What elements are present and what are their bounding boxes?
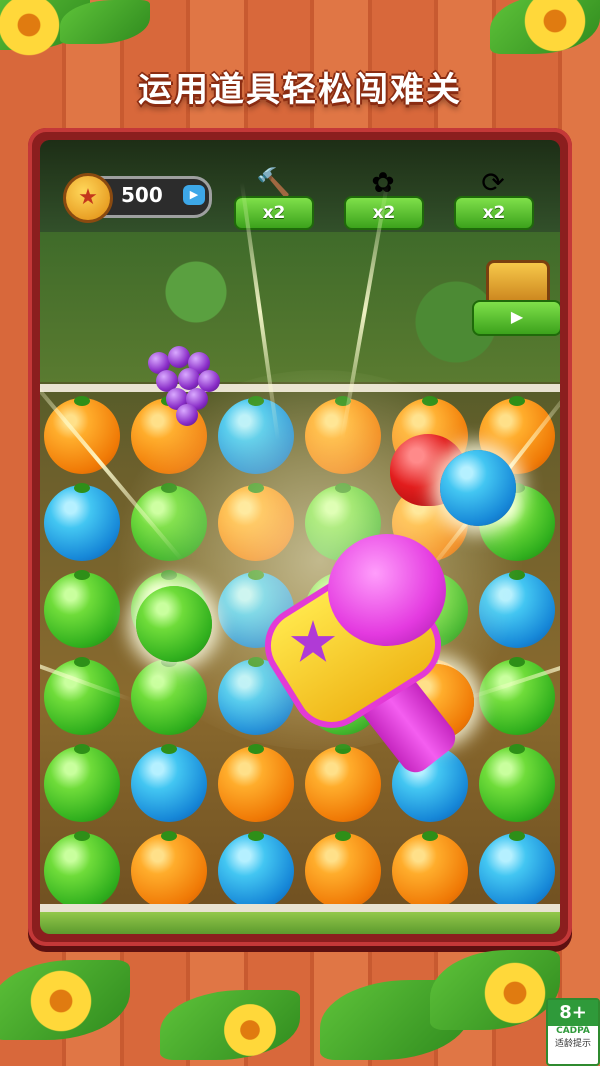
fruit-stem (509, 570, 525, 580)
orange-fruit[interactable] (131, 831, 207, 909)
fruit-stem (74, 483, 90, 493)
game-screen: 运用道具轻松闯难关 ★ 500 ▶ 🔨 x2 ✿ x2 ⟳ x2 (0, 0, 600, 1066)
game-board: ★ 500 ▶ 🔨 x2 ✿ x2 ⟳ x2 ▶ (40, 140, 560, 934)
fruit-stem (161, 831, 177, 841)
flower-decoration (220, 1000, 280, 1060)
fruit-stem (74, 657, 90, 667)
green-fruit[interactable] (131, 483, 207, 561)
blue-fruit[interactable] (218, 396, 294, 474)
fruit-stem (509, 744, 525, 754)
green-fruit[interactable] (44, 831, 120, 909)
rating-label: 适龄提示 (554, 1039, 591, 1049)
tool-shuffle[interactable]: ⟳ x2 (454, 166, 534, 236)
grape-fruit[interactable] (142, 336, 222, 426)
fruit-stem (161, 483, 177, 493)
blue-fruit[interactable] (479, 831, 555, 909)
grass-strip (40, 912, 560, 934)
fruit-stem (509, 831, 525, 841)
flower-decoration (0, 0, 64, 60)
orange-fruit[interactable] (392, 831, 468, 909)
age-rating-badge: 8+ CADPA 适龄提示 (546, 998, 600, 1066)
age-rating-value: 8+ (548, 1000, 598, 1026)
fruit-stem (74, 396, 90, 406)
blue-fruit[interactable] (131, 744, 207, 822)
banner-title: 运用道具轻松闯难关 (138, 70, 462, 110)
rating-org: CADPA (556, 1026, 590, 1036)
highlighted-green-fruit[interactable] (136, 586, 212, 662)
fruit-stem (74, 570, 90, 580)
fruit-stem (509, 657, 525, 667)
grape-berry (176, 404, 198, 426)
tool-count: x2 (454, 196, 534, 230)
fruit-stem (74, 831, 90, 841)
fruit-stem (422, 831, 438, 841)
flower-decoration (26, 966, 96, 1036)
coin-counter[interactable]: ★ 500 ▶ (63, 173, 212, 223)
fruit-stem (74, 744, 90, 754)
fruit-stem (161, 570, 177, 580)
board-frame: ★ 500 ▶ 🔨 x2 ✿ x2 ⟳ x2 ▶ (28, 128, 572, 946)
grape-berry (168, 346, 190, 368)
board-top-rail (40, 384, 560, 392)
coin-value: 500 (121, 183, 163, 207)
green-fruit[interactable] (44, 744, 120, 822)
grape-berry (178, 368, 200, 390)
blue-fruit[interactable] (44, 483, 120, 561)
orange-fruit[interactable] (305, 831, 381, 909)
reward-chest[interactable]: ▶ (472, 256, 560, 336)
fruit-stem (509, 396, 525, 406)
fruit-stem (335, 831, 351, 841)
fruit-stem (335, 483, 351, 493)
fruit-stem (248, 831, 264, 841)
blue-fruit[interactable] (218, 831, 294, 909)
green-fruit[interactable] (131, 657, 207, 735)
star-coin-icon: ★ (63, 173, 113, 223)
green-fruit[interactable] (44, 570, 120, 648)
hammer-icon: 🔨 (256, 166, 291, 199)
board-bottom-rail (40, 904, 560, 912)
fruit-stem (248, 396, 264, 406)
fruit-stem (161, 744, 177, 754)
fruit-stem (248, 483, 264, 493)
shuffle-icon: ⟳ (481, 166, 505, 199)
video-play-icon[interactable]: ▶ (472, 300, 560, 336)
flower-decoration (480, 958, 550, 1028)
highlighted-blue-fruit[interactable] (440, 450, 516, 526)
green-fruit[interactable] (479, 744, 555, 822)
video-icon[interactable]: ▶ (183, 185, 205, 205)
fruit-stem (422, 396, 438, 406)
hammer-booster (249, 532, 478, 782)
hammer-head (328, 534, 446, 646)
blue-fruit[interactable] (479, 570, 555, 648)
